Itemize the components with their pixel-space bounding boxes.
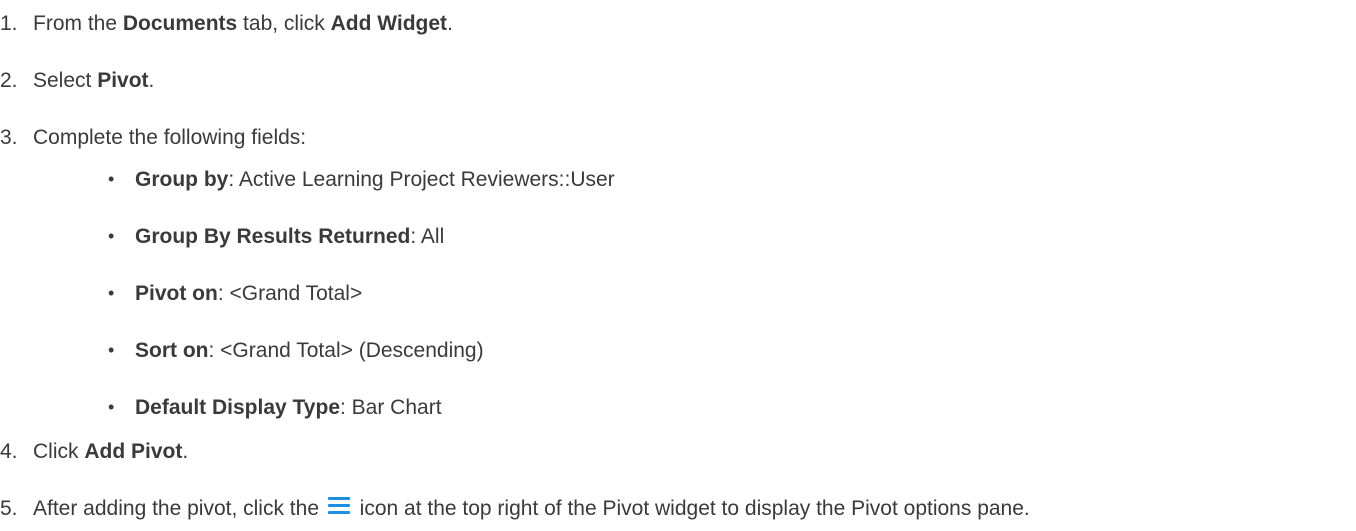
pivot-ref: Pivot xyxy=(97,69,149,92)
field-group-by: • Group by: Active Learning Project Revie… xyxy=(108,168,615,191)
step-3: 3. Complete the following fields: xyxy=(0,126,307,149)
field-group-by-results: • Group By Results Returned: All xyxy=(108,225,445,248)
step-5: 5. After adding the pivot, click the icon… xyxy=(0,497,1030,520)
field-default-display-type: • Default Display Type: Bar Chart xyxy=(108,396,442,419)
bullet: • xyxy=(108,169,115,189)
step-number: 3. xyxy=(0,126,18,149)
field-sort-on: • Sort on: <Grand Total> (Descending) xyxy=(108,339,484,362)
add-widget-ref: Add Widget xyxy=(330,12,448,35)
step-4: 4. Click Add Pivot. xyxy=(0,440,189,463)
bullet: • xyxy=(108,283,115,303)
bullet: • xyxy=(108,397,115,417)
step-number: 2. xyxy=(0,69,18,92)
bullet: • xyxy=(108,340,115,360)
step-2: 2. Select Pivot. xyxy=(0,69,155,92)
hamburger-menu-icon xyxy=(327,497,350,515)
step-number: 5. xyxy=(0,497,18,520)
step-number: 4. xyxy=(0,440,18,463)
bullet: • xyxy=(108,226,115,246)
documents-tab-ref: Documents xyxy=(122,12,238,35)
field-pivot-on: • Pivot on: <Grand Total> xyxy=(108,282,363,305)
step-number: 1. xyxy=(0,12,18,35)
step-1: 1. From the Documents tab, click Add Widg… xyxy=(0,12,453,35)
add-pivot-ref: Add Pivot xyxy=(84,440,183,463)
